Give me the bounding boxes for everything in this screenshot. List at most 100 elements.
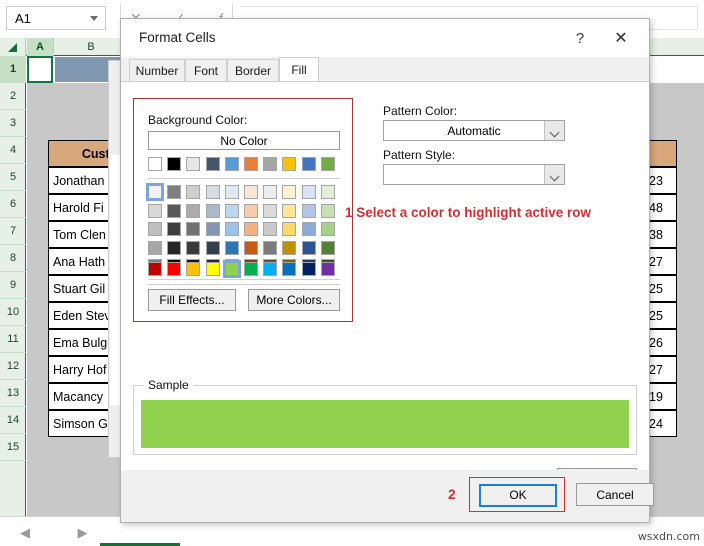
swatch-standard-4[interactable]	[222, 260, 241, 278]
swatch-variant-0-6[interactable]	[263, 185, 278, 199]
cancel-button[interactable]: Cancel	[576, 483, 654, 506]
swatch-variant-3-2[interactable]	[186, 240, 201, 255]
swatch-variant-2-8[interactable]	[301, 222, 316, 237]
swatch-variant-3-5[interactable]	[244, 240, 258, 255]
name-box[interactable]: A1	[6, 6, 106, 30]
row-header-3[interactable]: 3	[0, 110, 26, 137]
chevron-down-icon[interactable]	[544, 121, 564, 140]
more-colors-button[interactable]: More Colors...	[248, 289, 340, 311]
row-header-15[interactable]: 15	[0, 434, 26, 461]
swatch-variant-1-8[interactable]	[301, 203, 316, 218]
sheet-tab[interactable]	[100, 519, 180, 546]
swatch-variant-1-2[interactable]	[186, 203, 201, 218]
swatch-variant-1-6[interactable]	[263, 203, 278, 218]
row-header-9[interactable]: 9	[0, 272, 26, 299]
swatch-variant-2-1[interactable]	[167, 222, 182, 237]
swatch-variant-1-4[interactable]	[224, 203, 239, 218]
row-header-6[interactable]: 6	[0, 191, 26, 218]
swatch-variant-0-2[interactable]	[186, 185, 201, 199]
row-header-5[interactable]: 5	[0, 164, 26, 191]
select-all-corner[interactable]	[0, 38, 26, 56]
swatch-theme-1[interactable]	[167, 157, 182, 171]
swatch-theme-8[interactable]	[301, 157, 316, 171]
sheet-nav-arrows[interactable]: ◀ ▶	[20, 525, 110, 541]
swatch-variant-1-0[interactable]	[148, 203, 162, 218]
swatch-standard-8[interactable]	[301, 262, 316, 276]
row-header-12[interactable]: 12	[0, 353, 26, 380]
swatch-standard-6[interactable]	[263, 262, 278, 276]
swatch-theme-6[interactable]	[263, 157, 278, 171]
swatch-variant-1-5[interactable]	[244, 203, 258, 218]
row-header-10[interactable]: 10	[0, 299, 26, 326]
swatch-variant-1-3[interactable]	[205, 203, 220, 218]
pattern-color-combo[interactable]: Automatic	[383, 120, 565, 141]
cell-a1[interactable]	[27, 56, 53, 83]
swatch-variant-0-0[interactable]	[146, 183, 164, 201]
ok-button[interactable]: OK	[479, 484, 557, 507]
swatch-theme-5[interactable]	[244, 157, 258, 171]
swatch-theme-0[interactable]	[148, 157, 162, 171]
row-header-1[interactable]: 1	[0, 56, 26, 83]
swatch-standard-3[interactable]	[205, 262, 220, 276]
swatch-standard-0[interactable]	[148, 262, 162, 276]
tab-number[interactable]: Number	[129, 59, 185, 82]
swatch-variant-3-1[interactable]	[167, 240, 182, 255]
swatch-variant-0-4[interactable]	[224, 185, 239, 199]
swatch-variant-0-1[interactable]	[167, 185, 182, 199]
chevron-down-icon[interactable]	[90, 16, 98, 21]
swatch-variant-0-7[interactable]	[282, 185, 297, 199]
row-header-2[interactable]: 2	[0, 83, 26, 110]
swatch-variant-3-8[interactable]	[301, 240, 316, 255]
swatch-variant-1-9[interactable]	[320, 203, 335, 218]
swatch-standard-5[interactable]	[244, 262, 258, 276]
swatch-variant-2-7[interactable]	[282, 222, 297, 237]
tab-border[interactable]: Border	[227, 59, 279, 82]
row-header-11[interactable]: 11	[0, 326, 26, 353]
swatch-standard-1[interactable]	[167, 262, 182, 276]
swatch-theme-7[interactable]	[282, 157, 297, 171]
swatch-standard-7[interactable]	[282, 262, 297, 276]
swatch-theme-3[interactable]	[205, 157, 220, 171]
tab-font[interactable]: Font	[185, 59, 227, 82]
swatch-theme-4[interactable]	[224, 157, 239, 171]
fill-effects-button[interactable]: Fill Effects...	[148, 289, 236, 311]
swatch-variant-3-6[interactable]	[263, 240, 278, 255]
row-header-14[interactable]: 14	[0, 407, 26, 434]
swatch-theme-2[interactable]	[186, 157, 201, 171]
swatch-variant-2-6[interactable]	[263, 222, 278, 237]
swatch-variant-1-7[interactable]	[282, 203, 297, 218]
swatch-standard-2[interactable]	[186, 262, 201, 276]
swatch-variant-2-4[interactable]	[224, 222, 239, 237]
swatch-variant-3-4[interactable]	[224, 240, 239, 255]
swatch-variant-2-0[interactable]	[148, 222, 162, 237]
swatch-variant-3-0[interactable]	[148, 240, 162, 255]
row-header-7[interactable]: 7	[0, 218, 26, 245]
column-header-a[interactable]: A	[27, 38, 54, 56]
swatch-variant-3-3[interactable]	[205, 240, 220, 255]
no-color-button[interactable]: No Color	[148, 131, 340, 150]
close-icon[interactable]: ✕	[609, 28, 633, 50]
swatch-theme-9[interactable]	[320, 157, 335, 171]
swatch-variant-2-5[interactable]	[244, 222, 258, 237]
row-header-8[interactable]: 8	[0, 245, 26, 272]
column-header-b[interactable]: B	[55, 38, 128, 56]
swatch-variant-0-9[interactable]	[320, 185, 335, 199]
tab-fill[interactable]: Fill	[279, 57, 319, 82]
swatch-variant-3-7[interactable]	[282, 240, 297, 255]
pattern-style-combo[interactable]	[383, 164, 565, 185]
row-header-13[interactable]: 13	[0, 380, 26, 407]
swatch-variant-1-1[interactable]	[167, 203, 182, 218]
swatch-standard-9[interactable]	[320, 262, 335, 276]
swatch-variant-2-9[interactable]	[320, 222, 335, 237]
row-header-label: 12	[6, 360, 20, 372]
chevron-down-icon[interactable]	[544, 165, 564, 184]
swatch-variant-0-5[interactable]	[244, 185, 258, 199]
help-icon[interactable]: ?	[569, 28, 591, 50]
swatch-variant-3-9[interactable]	[320, 240, 335, 255]
swatch-variant-0-8[interactable]	[301, 185, 316, 199]
swatch-variant-0-3[interactable]	[205, 185, 220, 199]
swatch-variant-2-3[interactable]	[205, 222, 220, 237]
annotation-step-1: 1 Select a color to highlight active row	[345, 205, 592, 220]
row-header-4[interactable]: 4	[0, 137, 26, 164]
swatch-variant-2-2[interactable]	[186, 222, 201, 237]
